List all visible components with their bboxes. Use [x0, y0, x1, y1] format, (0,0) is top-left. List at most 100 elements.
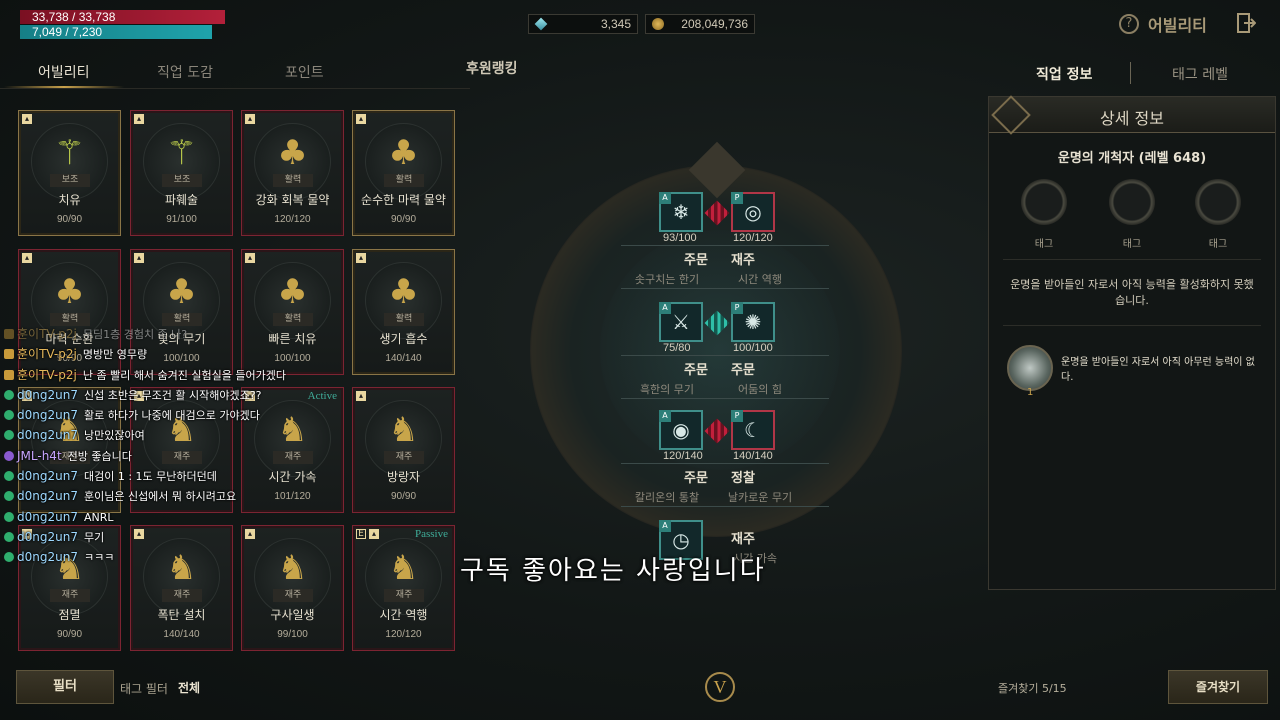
tab-class-info[interactable]: 직업 정보: [1036, 64, 1092, 84]
chat-text: 대검이 1 : 1도 무난하더던데: [83, 470, 217, 484]
tab-class-book[interactable]: 직업 도감: [157, 62, 213, 82]
skill-slot[interactable]: A ◉: [659, 410, 703, 450]
ability-card[interactable]: ▴ ♞ 재주 방랑자 90/90: [352, 387, 455, 513]
ability-category: 보조: [162, 174, 202, 187]
ability-card[interactable]: E ▴ ♞ 재주 시간 역행 120/120 Passive: [352, 525, 455, 651]
mp-bar: 7,049 / 7,230: [20, 25, 212, 39]
skill-level: 140/140: [733, 450, 773, 462]
ability-type-badge: Passive: [415, 528, 448, 540]
ability-name: 구사일생: [270, 608, 315, 622]
chat-text: ㅋㅋㅋ: [83, 551, 115, 565]
skill-name: 칼리온의 통찰: [634, 491, 700, 504]
ability-card[interactable]: ▴ ⚚ 보조 치유 90/90: [18, 110, 121, 236]
ability-card[interactable]: ▴ ⚚ 보조 파훼술 91/100: [130, 110, 233, 236]
divider: [1130, 62, 1131, 84]
ability-icon: ♣: [388, 272, 419, 312]
skill-icon: ◎: [744, 200, 762, 224]
chat-username: d0ng2un7: [17, 408, 78, 423]
lock-icon: ▴: [134, 253, 144, 263]
chat-username: 훈이TV-p2j: [17, 347, 77, 362]
page-title: 어빌리티: [1148, 16, 1207, 35]
gold-coin-icon: [652, 18, 664, 30]
tab-tag-level[interactable]: 태그 레벨: [1172, 64, 1228, 84]
ability-category: 재주: [384, 589, 424, 602]
skill-level: 120/120: [733, 232, 773, 244]
divider: [1003, 259, 1261, 260]
chat-text: 훈이님은 신섭에서 뭐 하시려고요: [83, 490, 237, 504]
ability-card[interactable]: ▴ ♣ 활력 강화 회복 물약 120/120: [241, 110, 344, 236]
tab-ability[interactable]: 어빌리티: [38, 62, 90, 82]
ability-icon: ♞: [388, 410, 419, 450]
divider: [621, 398, 829, 399]
divider: [621, 506, 829, 507]
panel-header: 상세 정보: [989, 95, 1275, 135]
mini-count: 1: [1027, 387, 1034, 398]
ability-card[interactable]: ▴ ♣ 활력 생기 흡수 140/140: [352, 249, 455, 375]
chat-avatar: [4, 491, 14, 502]
chat-message: d0ng2un7 활로 하다가 나중에 대검으로 가야겠다: [4, 405, 304, 425]
lock-icon: ▴: [356, 114, 366, 124]
skill-slot[interactable]: A ❄: [659, 192, 703, 232]
ability-category: 보조: [50, 174, 90, 187]
tag-filter-value[interactable]: 전체: [178, 679, 200, 696]
chat-avatar: [4, 552, 14, 563]
favorites-button[interactable]: 즐겨찾기: [1168, 670, 1268, 704]
ability-icon: ♣: [388, 133, 419, 173]
chat-message: 훈이TV-p2j 무딤1층 경험치 좀 나?: [4, 324, 304, 344]
ability-level: 120/120: [385, 629, 422, 640]
chat-text: 낭만있잖아여: [83, 429, 145, 443]
ability-level: 90/90: [56, 629, 83, 640]
filter-button[interactable]: 필터: [16, 670, 114, 704]
tab-points[interactable]: 포인트: [285, 62, 324, 82]
status-bars: 33,738 / 33,738 7,049 / 7,230: [20, 10, 225, 40]
chat-text: 무기: [83, 530, 105, 544]
skill-name: 어둠의 힘: [738, 383, 782, 396]
v-emblem-icon[interactable]: V: [705, 672, 735, 702]
skill-type: 재주: [731, 532, 755, 547]
divider: [0, 88, 470, 89]
chat-message: 훈이TV-p2j 난 좀 빨리 해서 숨겨진 실험실을 들어가겠다: [4, 365, 304, 385]
ability-category: 활력: [273, 174, 313, 187]
ability-name: 파훼술: [164, 193, 199, 207]
ability-icon: ⚚: [166, 133, 197, 173]
ability-card[interactable]: ▴ ♣ 활력 순수한 마력 물약 90/90: [352, 110, 455, 236]
chat-username: 훈이TV-p2j: [17, 367, 77, 382]
skill-type: 주문: [684, 471, 708, 486]
class-name: 운명의 개척자 (레벨 648): [1057, 151, 1207, 166]
skill-type: 정찰: [731, 471, 755, 486]
chat-username: d0ng2un7: [17, 529, 78, 544]
ability-name: 폭탄 설치: [157, 608, 206, 622]
chat-username: d0ng2un7: [17, 509, 78, 524]
skill-slot[interactable]: P ☾: [731, 410, 775, 450]
skill-level: 93/100: [663, 232, 697, 244]
chat-username: JML-h4t: [17, 448, 62, 463]
tab-bar: 어빌리티 직업 도감 포인트 후원랭킹: [0, 56, 545, 88]
ability-icon: ♣: [54, 272, 85, 312]
tag-slot-3[interactable]: [1195, 179, 1241, 225]
skill-slot[interactable]: P ◎: [731, 192, 775, 232]
lock-icon: ▴: [356, 391, 366, 401]
divider: [621, 288, 829, 289]
ability-category: 재주: [50, 589, 90, 602]
skill-name: 시간 역행: [738, 273, 782, 286]
ability-name: 치유: [58, 193, 81, 207]
skill-slot[interactable]: A ⚔: [659, 302, 703, 342]
ability-icon: ♣: [166, 272, 197, 312]
ability-level: 90/90: [390, 491, 417, 502]
exit-icon[interactable]: [1236, 12, 1256, 34]
lock-icon: ▴: [134, 114, 144, 124]
chat-username: d0ng2un7: [17, 428, 78, 443]
chat-message: d0ng2un7 신섭 초반은 무조건 활 시작해야겠죠??: [4, 385, 304, 405]
tag-slot-2[interactable]: [1109, 179, 1155, 225]
tag-slot-1[interactable]: [1021, 179, 1067, 225]
tab-sponsor-ranking[interactable]: 후원랭킹: [466, 58, 518, 78]
skill-slot[interactable]: P ✺: [731, 302, 775, 342]
skill-name: 날카로운 무기: [727, 491, 793, 504]
ability-name: 순수한 마력 물약: [361, 193, 446, 207]
ability-icon: ♣: [277, 133, 308, 173]
chat-message: d0ng2un7 무기: [4, 527, 304, 547]
help-icon[interactable]: ?: [1119, 14, 1139, 34]
chat-message: d0ng2un7 대검이 1 : 1도 무난하더던데: [4, 466, 304, 486]
skill-type: 주문: [731, 363, 755, 378]
skill-icon: ◉: [672, 418, 690, 442]
